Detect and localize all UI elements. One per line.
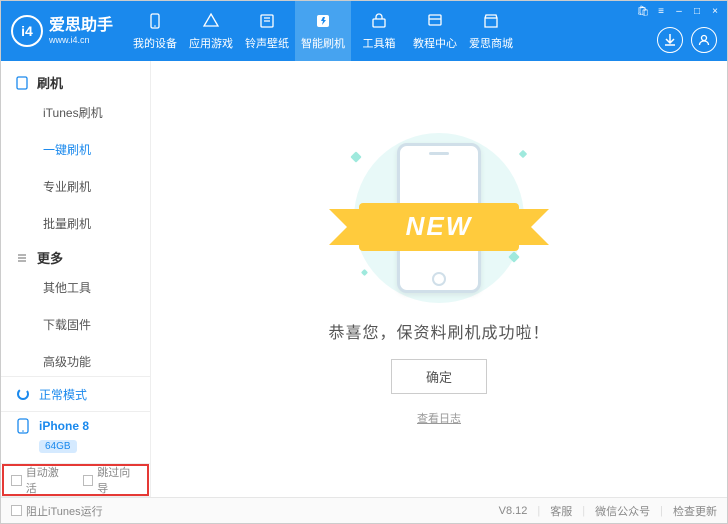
basket-icon[interactable]: 🛍 — [635, 3, 651, 19]
nav-tutorial[interactable]: 教程中心 — [407, 1, 463, 61]
device-row[interactable]: iPhone 8 64GB — [1, 411, 150, 463]
nav-label: 工具箱 — [363, 35, 396, 51]
device-icon — [15, 76, 29, 90]
list-icon — [15, 251, 29, 265]
apps-icon — [201, 11, 221, 31]
mode-status-label: 正常模式 — [39, 386, 87, 403]
maximize-icon[interactable]: □ — [689, 3, 705, 19]
sidebar-bottom: 正常模式 iPhone 8 64GB 自动激活跳过向导 — [1, 376, 150, 497]
footer-link-wechat[interactable]: 微信公众号 — [595, 503, 650, 519]
checkbox-icon — [11, 505, 22, 516]
brand-logo-icon: i4 — [11, 15, 43, 47]
tutorial-icon — [425, 11, 445, 31]
success-message: 恭喜您，保资料刷机成功啦！ — [328, 319, 549, 343]
brand-title: 爱思助手 — [49, 17, 113, 35]
phone-icon — [145, 11, 165, 31]
block-itunes-label: 阻止iTunes运行 — [26, 503, 103, 519]
body: 刷机 iTunes刷机一键刷机专业刷机批量刷机更多其他工具下载固件高级功能 正常模… — [1, 61, 727, 497]
user-icon — [697, 33, 711, 47]
nav-label: 爱思商城 — [469, 35, 513, 51]
options-row: 自动激活跳过向导 — [1, 463, 150, 497]
sidebar-item[interactable]: 一键刷机 — [1, 131, 150, 168]
mode-status[interactable]: 正常模式 — [1, 377, 150, 411]
sidebar-section-header: 刷机 — [1, 67, 150, 94]
app-window: i4 爱思助手 www.i4.cn 我的设备应用游戏铃声壁纸智能刷机 工具箱 教程中… — [0, 0, 728, 524]
sparkle-icon — [350, 151, 361, 162]
nav-store[interactable]: 爱思商城 — [463, 1, 519, 61]
sidebar-item[interactable]: 其他工具 — [1, 269, 150, 306]
brand-subtitle: www.i4.cn — [49, 35, 113, 45]
view-log-link[interactable]: 查看日志 — [417, 410, 461, 426]
footer-link-support[interactable]: 客服 — [550, 503, 572, 519]
close-icon[interactable]: × — [707, 3, 723, 19]
sidebar-section-header: 更多 — [1, 242, 150, 269]
sidebar-item[interactable]: 专业刷机 — [1, 168, 150, 205]
top-nav: 我的设备应用游戏铃声壁纸智能刷机 工具箱 教程中心爱思商城 — [127, 1, 519, 61]
ringtone-icon — [257, 11, 277, 31]
success-illustration: NEW — [334, 133, 544, 303]
nav-toolbox[interactable]: 工具箱 — [351, 1, 407, 61]
checkbox-icon — [11, 475, 22, 486]
footer-bar: 阻止iTunes运行 V8.12 | 客服 | 微信公众号 | 检查更新 — [1, 497, 727, 523]
option-label: 跳过向导 — [97, 464, 140, 496]
minimize-icon[interactable]: – — [671, 3, 687, 19]
new-ribbon: NEW — [359, 203, 519, 251]
toolbox-icon — [369, 11, 389, 31]
sidebar-item[interactable]: 批量刷机 — [1, 205, 150, 242]
option-checkbox[interactable]: 跳过向导 — [83, 464, 141, 496]
footer-right: V8.12 | 客服 | 微信公众号 | 检查更新 — [499, 503, 717, 519]
nav-label: 我的设备 — [133, 35, 177, 51]
sidebar: 刷机 iTunes刷机一键刷机专业刷机批量刷机更多其他工具下载固件高级功能 正常模… — [1, 61, 151, 497]
nav-ringtone[interactable]: 铃声壁纸 — [239, 1, 295, 61]
nav-phone[interactable]: 我的设备 — [127, 1, 183, 61]
sidebar-item[interactable]: 高级功能 — [1, 343, 150, 376]
sidebar-section-title: 更多 — [37, 248, 63, 267]
menu-icon[interactable]: ≡ — [653, 3, 669, 19]
header-bar: i4 爱思助手 www.i4.cn 我的设备应用游戏铃声壁纸智能刷机 工具箱 教程中… — [1, 1, 727, 61]
nav-label: 应用游戏 — [189, 35, 233, 51]
block-itunes-checkbox[interactable]: 阻止iTunes运行 — [11, 503, 103, 519]
sparkle-icon — [361, 268, 368, 275]
sparkle-icon — [519, 149, 527, 157]
download-button[interactable] — [657, 27, 683, 53]
device-name: iPhone 8 — [39, 419, 89, 433]
iphone-icon — [15, 418, 31, 434]
header-right-buttons — [657, 27, 717, 53]
nav-flash[interactable]: 智能刷机 — [295, 1, 351, 61]
main-area: NEW 恭喜您，保资料刷机成功啦！ 确定 查看日志 — [151, 61, 727, 497]
window-controls: 🛍 ≡ – □ × — [635, 3, 723, 19]
nav-label: 教程中心 — [413, 35, 457, 51]
spinner-icon — [15, 386, 31, 402]
option-label: 自动激活 — [26, 464, 69, 496]
device-storage-badge: 64GB — [39, 440, 77, 453]
content: NEW 恭喜您，保资料刷机成功啦！ 确定 查看日志 — [151, 61, 727, 497]
nav-label: 铃声壁纸 — [245, 35, 289, 51]
option-checkbox[interactable]: 自动激活 — [11, 464, 69, 496]
store-icon — [481, 11, 501, 31]
checkbox-icon — [83, 475, 94, 486]
flash-icon — [313, 11, 333, 31]
sidebar-item[interactable]: iTunes刷机 — [1, 94, 150, 131]
ok-button[interactable]: 确定 — [391, 359, 487, 394]
sidebar-section-title: 刷机 — [37, 73, 63, 92]
nav-label: 智能刷机 — [301, 35, 345, 51]
user-button[interactable] — [691, 27, 717, 53]
version-label: V8.12 — [499, 505, 528, 517]
brand[interactable]: i4 爱思助手 www.i4.cn — [1, 1, 127, 61]
sidebar-item[interactable]: 下载固件 — [1, 306, 150, 343]
footer-link-update[interactable]: 检查更新 — [673, 503, 717, 519]
nav-apps[interactable]: 应用游戏 — [183, 1, 239, 61]
download-icon — [663, 33, 677, 47]
